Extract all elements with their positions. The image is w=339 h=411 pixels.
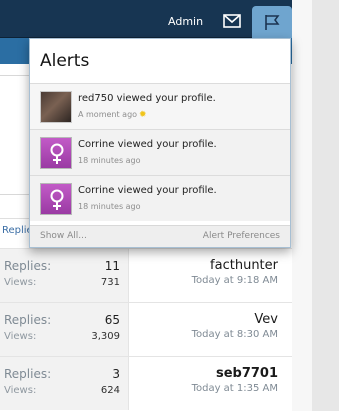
views-count: 731: [100, 277, 120, 288]
alerts-footer: Show All... Alert Preferences: [30, 225, 290, 247]
female-symbol-icon: [50, 143, 64, 164]
forum-page: Admin Replie Replies: 11 Views: 731 fact…: [0, 0, 339, 411]
background-panel: [0, 75, 30, 195]
avatar[interactable]: [40, 91, 72, 123]
last-poster-link[interactable]: Vev: [192, 312, 278, 327]
column-divider: [128, 303, 129, 356]
flag-icon: [265, 15, 280, 30]
alerts-dropdown: Alerts red750 viewed your profile. A mom…: [29, 38, 291, 248]
show-all-link[interactable]: Show All...: [40, 231, 87, 241]
alert-item[interactable]: Corrine viewed your profile. 18 minutes …: [30, 175, 290, 221]
thread-stats: Replies: 65 Views: 3,309: [0, 303, 128, 356]
alert-preferences-link[interactable]: Alert Preferences: [203, 231, 280, 241]
replies-count: 3: [112, 367, 120, 381]
alert-item[interactable]: Corrine viewed your profile. 18 minutes …: [30, 129, 290, 175]
views-label: Views:: [4, 385, 37, 396]
views-label: Views:: [4, 331, 37, 342]
divider: [0, 218, 30, 219]
thread-stats: Replies: 3 Views: 624: [0, 357, 128, 410]
envelope-icon[interactable]: [222, 12, 242, 30]
top-navigation-bar: Admin: [0, 0, 292, 38]
last-post-time[interactable]: Today at 1:35 AM: [192, 383, 278, 394]
alert-time: 18 minutes ago: [78, 202, 141, 211]
replies-label: Replies:: [4, 259, 52, 273]
replies-label: Replies:: [4, 313, 52, 327]
last-post-info: facthunter Today at 9:18 AM: [192, 258, 278, 286]
last-post-info: Vev Today at 8:30 AM: [192, 312, 278, 340]
alert-message[interactable]: red750 viewed your profile.: [78, 93, 216, 104]
thread-stats: Replies: 11 Views: 731: [0, 249, 128, 302]
last-poster-link[interactable]: seb7701: [192, 366, 278, 381]
alerts-tab[interactable]: [252, 6, 292, 38]
replies-label: Replies:: [4, 367, 52, 381]
page-scroll-area[interactable]: [312, 0, 339, 411]
views-label: Views:: [4, 277, 37, 288]
replies-count: 65: [104, 313, 120, 327]
column-divider: [128, 249, 129, 302]
alert-time: 18 minutes ago: [78, 156, 141, 165]
last-post-info: seb7701 Today at 1:35 AM: [192, 366, 278, 394]
avatar[interactable]: [40, 183, 72, 215]
alert-time-text: A moment ago: [78, 110, 138, 119]
column-divider: [128, 357, 129, 410]
thread-row[interactable]: Replies: 65 Views: 3,309 Vev Today at 8:…: [0, 302, 292, 356]
alert-item[interactable]: red750 viewed your profile. A moment ago…: [30, 83, 290, 129]
alert-time: A moment ago ✹: [78, 110, 147, 120]
last-post-time[interactable]: Today at 9:18 AM: [192, 275, 278, 286]
thread-row[interactable]: Replies: 11 Views: 731 facthunter Today …: [0, 248, 292, 302]
last-poster-link[interactable]: facthunter: [192, 258, 278, 273]
new-alert-icon: ✹: [139, 110, 147, 120]
avatar[interactable]: [40, 137, 72, 169]
alerts-title: Alerts: [40, 51, 90, 71]
last-post-time[interactable]: Today at 8:30 AM: [192, 329, 278, 340]
right-gutter: [292, 0, 312, 411]
female-symbol-icon: [50, 189, 64, 210]
alerts-list: red750 viewed your profile. A moment ago…: [30, 83, 290, 221]
alert-message[interactable]: Corrine viewed your profile.: [78, 185, 217, 196]
views-count: 3,309: [91, 331, 120, 342]
replies-count: 11: [104, 259, 120, 273]
thread-row[interactable]: Replies: 3 Views: 624 seb7701 Today at 1…: [0, 356, 292, 410]
admin-link[interactable]: Admin: [168, 15, 203, 28]
views-count: 624: [100, 385, 120, 396]
alert-message[interactable]: Corrine viewed your profile.: [78, 139, 217, 150]
